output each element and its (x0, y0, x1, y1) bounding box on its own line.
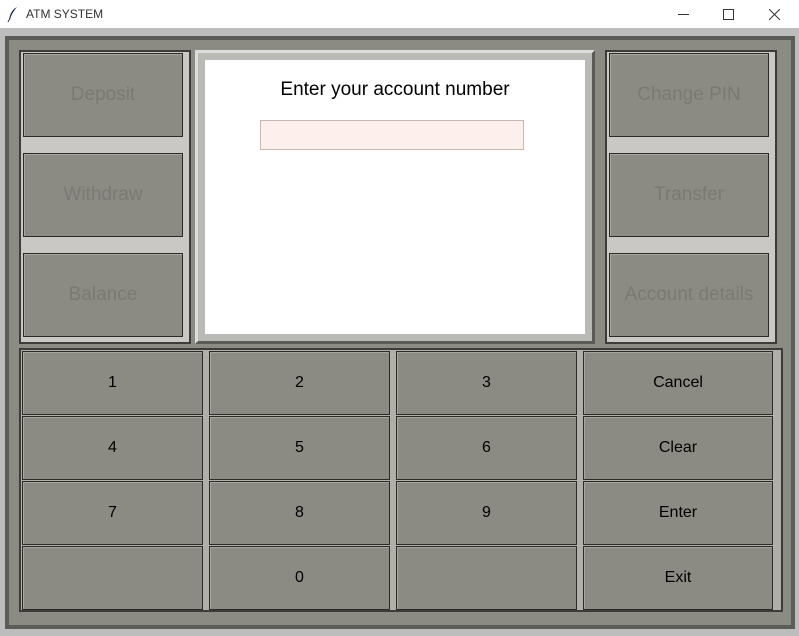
clear-button[interactable]: Clear (583, 416, 773, 480)
atm-frame: Deposit Withdraw Balance Enter your acco… (5, 36, 795, 629)
key-label: 2 (295, 374, 304, 391)
key-9[interactable]: 9 (396, 481, 577, 545)
account-details-label: Account details (624, 284, 754, 305)
minimize-button[interactable] (661, 0, 706, 28)
close-icon (769, 9, 780, 20)
enter-button[interactable]: Enter (583, 481, 773, 545)
keypad: 1 2 3 Cancel 4 5 6 Clear 7 8 9 Enter 0 E… (19, 348, 783, 612)
key-4[interactable]: 4 (22, 416, 203, 480)
change-pin-button[interactable]: Change PIN (609, 53, 769, 137)
key-label: 9 (482, 504, 491, 521)
key-label: 3 (482, 374, 491, 391)
key-label: 8 (295, 504, 304, 521)
close-button[interactable] (752, 0, 797, 28)
key-label: 6 (482, 439, 491, 456)
blank-key-right[interactable] (396, 546, 577, 610)
atm-screen-bezel: Enter your account number (195, 50, 595, 344)
maximize-button[interactable] (706, 0, 751, 28)
exit-label: Exit (664, 569, 692, 586)
deposit-button[interactable]: Deposit (23, 53, 183, 137)
account-number-input[interactable] (260, 120, 524, 150)
key-0[interactable]: 0 (209, 546, 390, 610)
key-label: 7 (108, 504, 117, 521)
key-label: 0 (295, 569, 304, 586)
deposit-label: Deposit (70, 84, 136, 105)
clear-label: Clear (658, 439, 698, 456)
transfer-label: Transfer (653, 184, 725, 205)
key-1[interactable]: 1 (22, 351, 203, 415)
title-bar: ATM SYSTEM (0, 0, 799, 28)
window-title: ATM SYSTEM (26, 7, 104, 21)
key-5[interactable]: 5 (209, 416, 390, 480)
atm-body: Deposit Withdraw Balance Enter your acco… (9, 40, 791, 625)
withdraw-label: Withdraw (63, 184, 143, 205)
balance-button[interactable]: Balance (23, 253, 183, 337)
cancel-button[interactable]: Cancel (583, 351, 773, 415)
key-label: 1 (108, 374, 117, 391)
withdraw-button[interactable]: Withdraw (23, 153, 183, 237)
exit-button[interactable]: Exit (583, 546, 773, 610)
key-label: 4 (108, 439, 117, 456)
left-button-panel: Deposit Withdraw Balance (19, 50, 191, 344)
cancel-label: Cancel (653, 374, 703, 391)
key-3[interactable]: 3 (396, 351, 577, 415)
screen-prompt: Enter your account number (280, 79, 510, 100)
change-pin-label: Change PIN (637, 84, 741, 105)
blank-key-left[interactable] (22, 546, 203, 610)
feather-icon (7, 7, 17, 22)
account-details-button[interactable]: Account details (609, 253, 769, 337)
right-button-panel: Change PIN Transfer Account details (605, 50, 777, 344)
atm-window: Deposit Withdraw Balance Enter your acco… (0, 28, 799, 636)
key-2[interactable]: 2 (209, 351, 390, 415)
balance-label: Balance (68, 284, 138, 305)
maximize-icon (723, 9, 734, 20)
key-label: 5 (295, 439, 304, 456)
key-6[interactable]: 6 (396, 416, 577, 480)
enter-label: Enter (658, 504, 698, 521)
key-8[interactable]: 8 (209, 481, 390, 545)
key-7[interactable]: 7 (22, 481, 203, 545)
minimize-icon (678, 14, 689, 15)
transfer-button[interactable]: Transfer (609, 153, 769, 237)
atm-screen: Enter your account number (204, 59, 586, 335)
